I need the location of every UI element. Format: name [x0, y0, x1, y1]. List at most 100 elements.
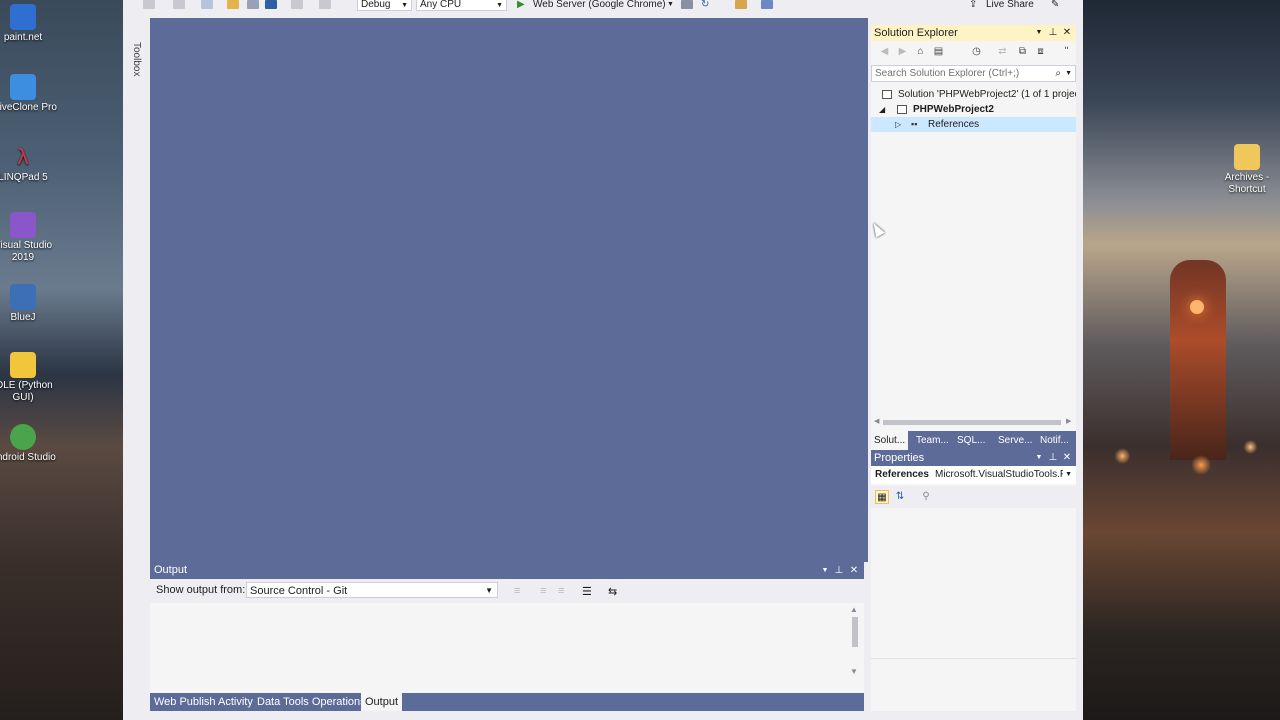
tab-sql-server-explorer[interactable]: SQL... [954, 431, 988, 450]
switch-views-icon[interactable]: ▤ [933, 46, 944, 57]
new-project-icon[interactable] [201, 0, 213, 9]
solution-configuration-select[interactable]: Debug ▼ [357, 0, 412, 11]
scrollbar-thumb[interactable] [883, 420, 1061, 425]
desktop-icon-visual-studio[interactable]: Visual Studio 2019 [0, 212, 58, 264]
solution-explorer-horizontal-scrollbar[interactable]: ◀ ▶ [871, 417, 1076, 427]
chevron-down-icon: ▼ [401, 2, 408, 9]
pending-changes-filter-icon[interactable]: ◷ [971, 46, 982, 57]
desktop-icon-python-idle[interactable]: IDLE (Python GUI) [0, 352, 58, 404]
close-icon[interactable]: ✕ [847, 562, 861, 579]
pin-icon[interactable]: ⊥ [1046, 450, 1060, 466]
properties-description [871, 658, 1076, 711]
next-message-icon[interactable]: ≡ [558, 585, 570, 597]
tree-item-project[interactable]: ◢ PHPWebProject2 [871, 102, 1076, 117]
window-position-icon[interactable]: ▼ [1032, 450, 1046, 466]
solution-explorer-tab-strip: Solut... Team... SQL... Serve... Notif..… [871, 431, 1076, 450]
properties-grid[interactable] [871, 508, 1076, 658]
redo-icon[interactable] [319, 0, 331, 9]
refresh-icon[interactable]: ↻ [701, 0, 709, 12]
driveclone-icon [10, 74, 36, 100]
tree-item-references[interactable]: ▷ ▪▪ References [871, 117, 1076, 132]
solution-platform-select[interactable]: Any CPU ▼ [416, 0, 507, 11]
feedback-icon[interactable]: ✎ [1051, 0, 1059, 12]
forward-icon[interactable] [173, 0, 185, 9]
alphabetical-icon[interactable]: ⇅ [893, 490, 907, 504]
find-message-icon[interactable]: ≡ [514, 585, 526, 597]
properties-title-bar[interactable]: Properties ▼ ⊥ ✕ [871, 450, 1076, 466]
pin-icon[interactable]: ⊥ [1046, 25, 1060, 41]
show-all-files-icon[interactable]: ⧈ [1035, 46, 1046, 57]
tab-web-publish-activity[interactable]: Web Publish Activity [150, 693, 257, 711]
run-target-button[interactable]: Web Server (Google Chrome) [533, 0, 666, 12]
expanded-arrow-icon[interactable]: ◢ [879, 102, 885, 117]
undo-icon[interactable] [291, 0, 303, 9]
desktop-icon-linqpad[interactable]: λ LINQPad 5 [0, 144, 58, 184]
chevron-down-icon[interactable]: ▼ [1065, 66, 1072, 81]
scroll-right-icon[interactable]: ▶ [1066, 417, 1071, 425]
project-icon [897, 105, 907, 114]
forward-icon[interactable]: ▶ [897, 46, 908, 57]
properties-object-select[interactable]: References Microsoft.VisualStudioTools.P… [871, 466, 1076, 484]
solution-explorer-toolbar: ◀ ▶ ⌂ ▤ ◷ ⇄ ⧉ ⧈ ʺ [871, 41, 1076, 63]
find-icon[interactable] [735, 0, 747, 9]
output-toolbar: Show output from: Source Control - Git ▼… [150, 579, 864, 603]
clear-all-icon[interactable]: ☰ [582, 585, 594, 598]
collapse-all-icon[interactable]: ⧉ [1017, 46, 1028, 57]
scroll-down-icon[interactable]: ▼ [850, 667, 858, 676]
live-share-button[interactable]: Live Share [986, 0, 1034, 12]
tree-item-solution[interactable]: Solution 'PHPWebProject2' (1 of 1 projec… [871, 87, 1076, 102]
previous-message-icon[interactable]: ≡ [540, 585, 552, 597]
pin-icon[interactable]: ⊥ [832, 562, 846, 579]
search-icon[interactable]: ⌕ [1055, 66, 1061, 81]
scroll-up-icon[interactable]: ▲ [850, 605, 858, 614]
solution-explorer-title-bar[interactable]: Solution Explorer ▼ ⊥ ✕ [871, 25, 1076, 41]
solution-explorer-title: Solution Explorer [874, 27, 958, 39]
window-position-icon[interactable]: ▼ [1032, 25, 1046, 41]
back-icon[interactable] [143, 0, 155, 9]
toolbox-tab[interactable]: Toolbox [131, 42, 142, 76]
output-title-bar[interactable]: Output ▼ ⊥ ✕ [150, 562, 864, 579]
back-icon[interactable]: ◀ [879, 46, 890, 57]
desktop-icon-bluej[interactable]: BlueJ [0, 284, 58, 324]
right-tool-column: Solution Explorer ▼ ⊥ ✕ ◀ ▶ ⌂ ▤ ◷ ⇄ ⧉ ⧈ … [868, 18, 1083, 720]
property-pages-icon[interactable]: ⚲ [919, 490, 933, 504]
collapsed-arrow-icon[interactable]: ▷ [895, 117, 901, 132]
tab-solution-explorer[interactable]: Solut... [871, 431, 909, 450]
categorized-icon[interactable]: ▦ [875, 490, 889, 504]
chevron-down-icon: ▼ [1065, 471, 1072, 478]
save-icon[interactable] [247, 0, 259, 9]
desktop-icon-paint-net[interactable]: paint.net [0, 4, 58, 44]
output-source-select[interactable]: Source Control - Git ▼ [246, 582, 498, 598]
home-icon[interactable]: ⌂ [915, 46, 926, 57]
output-vertical-scrollbar[interactable]: ▲ ▼ [850, 605, 860, 679]
close-icon[interactable]: ✕ [1060, 450, 1074, 466]
solution-explorer-search-input[interactable]: Search Solution Explorer (Ctrl+;) ⌕ ▼ [871, 65, 1076, 82]
tab-output[interactable]: Output [361, 693, 403, 711]
scrollbar-thumb[interactable] [852, 617, 858, 647]
word-wrap-icon[interactable]: ⇆ [608, 585, 620, 598]
scroll-left-icon[interactable]: ◀ [874, 417, 879, 425]
desktop-icon-android-studio[interactable]: Android Studio [0, 424, 58, 464]
tab-team-explorer[interactable]: Team... [913, 431, 952, 450]
tab-data-tools-operations[interactable]: Data Tools Operations [253, 693, 370, 711]
city-lights-decoration [1083, 420, 1280, 510]
screenshot-icon[interactable] [761, 0, 773, 9]
bottom-tab-strip: Web Publish Activity Data Tools Operatio… [150, 693, 864, 711]
play-icon[interactable]: ▶ [517, 0, 525, 12]
standard-toolbar: Debug ▼ Any CPU ▼ ▶ Web Server (Google Chr… [123, 0, 1083, 18]
window-position-icon[interactable]: ▼ [818, 562, 832, 579]
save-all-icon[interactable] [265, 0, 277, 9]
chevron-down-icon[interactable]: ▼ [667, 0, 674, 12]
close-icon[interactable]: ✕ [1060, 25, 1074, 41]
linqpad-icon: λ [17, 144, 29, 169]
tab-server-explorer[interactable]: Serve... [995, 431, 1035, 450]
browser-link-icon[interactable] [681, 0, 693, 9]
open-folder-icon[interactable] [227, 0, 239, 9]
live-share-icon[interactable]: ⇪ [969, 0, 977, 12]
output-text-area[interactable] [150, 603, 850, 689]
desktop-icon-archives-shortcut[interactable]: Archives - Shortcut [1212, 144, 1280, 196]
desktop-icon-driveclone[interactable]: DriveClone Pro [0, 74, 58, 114]
tab-notifications[interactable]: Notif... [1037, 431, 1072, 450]
more-icon[interactable]: ʺ [1061, 46, 1072, 57]
sync-icon[interactable]: ⇄ [997, 46, 1008, 57]
